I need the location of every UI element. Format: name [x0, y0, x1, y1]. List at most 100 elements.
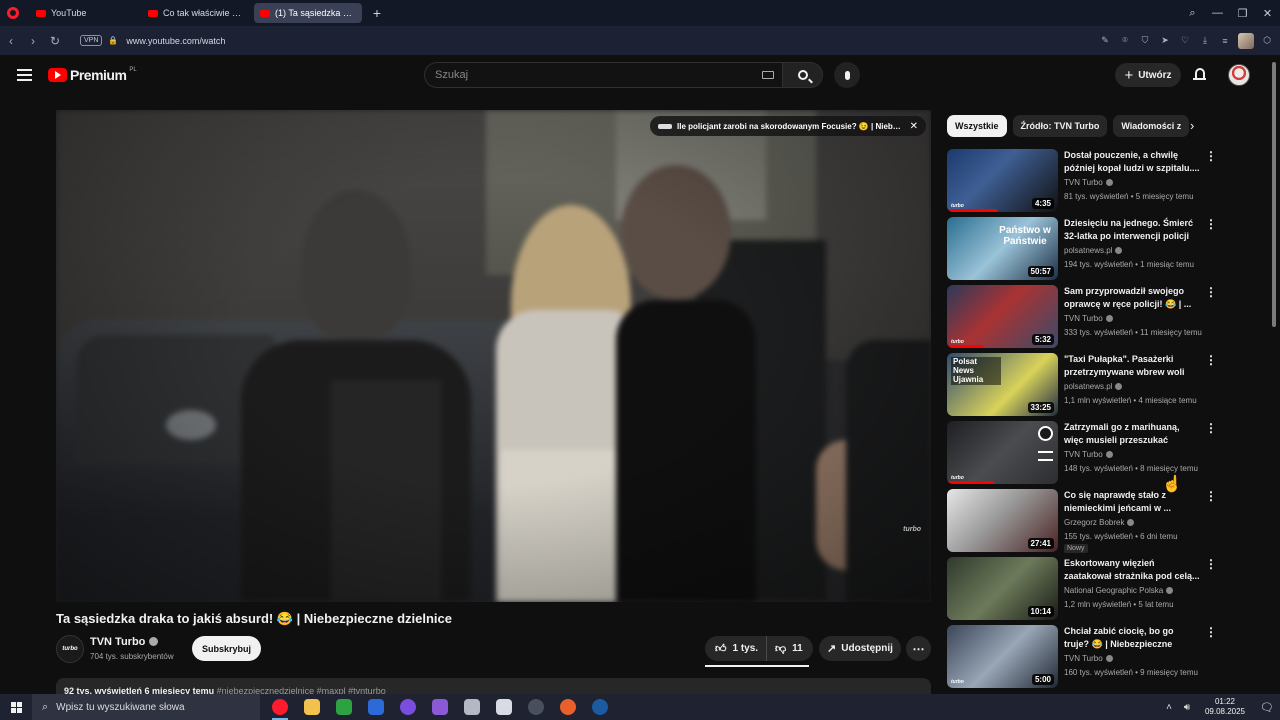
share-button[interactable]: ↗ Udostępnij — [819, 636, 901, 661]
disk-app-icon[interactable] — [520, 694, 552, 720]
recommendation-thumbnail[interactable]: Państwo w Państwie 50:57 — [947, 217, 1058, 280]
steam-app-icon[interactable] — [584, 694, 616, 720]
recommendation-thumbnail[interactable]: Polsat News Ujawnia 33:25 — [947, 353, 1058, 416]
more-options-icon[interactable]: ⋮ — [1205, 353, 1217, 367]
taskbar-search[interactable]: ⌕ Wpisz tu wyszukiwane słowa — [32, 694, 260, 720]
endscreen-card[interactable]: Ile policjant zarobi na skorodowanym Foc… — [650, 116, 926, 136]
browser-tab-2[interactable]: Co tak właściwie próbuje — [142, 3, 250, 23]
opera-menu-icon[interactable] — [0, 0, 26, 26]
recommendation-thumbnail[interactable]: 27:41 — [947, 489, 1058, 552]
notifications-bell-icon[interactable] — [1193, 68, 1206, 81]
opera-app-icon[interactable] — [264, 694, 296, 720]
visual-studio-icon[interactable] — [424, 694, 456, 720]
more-options-icon[interactable]: ⋮ — [1205, 557, 1217, 571]
recommendation-channel[interactable]: National Geographic Polska — [1064, 586, 1174, 595]
recommendation-thumbnail[interactable]: 10:14 — [947, 557, 1058, 620]
vpn-app-icon[interactable] — [552, 694, 584, 720]
youtube-logo[interactable]: Premium PL — [48, 67, 137, 83]
tab-search-icon[interactable]: ⌕ — [1180, 7, 1205, 20]
recommendation-title[interactable]: "Taxi Pułapka". Pasażerki przetrzymywane… — [1064, 353, 1201, 379]
guide-menu-icon[interactable] — [17, 69, 32, 81]
file-explorer-icon[interactable] — [296, 694, 328, 720]
recommendation-thumbnail[interactable]: turbo 5:00 — [947, 625, 1058, 688]
back-button[interactable]: ‹ — [0, 34, 22, 48]
security-app-icon[interactable] — [456, 694, 488, 720]
recommendation-channel[interactable]: TVN Turbo — [1064, 654, 1113, 663]
recommendation-channel[interactable]: polsatnews.pl — [1064, 382, 1123, 391]
browser-tab-1[interactable]: YouTube — [30, 3, 138, 23]
todo-app-icon[interactable] — [360, 694, 392, 720]
recommendation-item[interactable]: turbo 5:00 Chciał zabić ciocię, bo go truj… — [947, 625, 1267, 689]
channel-name[interactable]: TVN Turbo — [90, 636, 159, 648]
recommendation-title[interactable]: Zatrzymali go z marihuaną, więc musieli … — [1064, 421, 1201, 447]
lock-icon[interactable]: 🔒 — [108, 36, 118, 45]
minimize-button[interactable]: — — [1205, 7, 1230, 19]
recommendation-title[interactable]: Dziesięciu na jednego. Śmierć 32-latka p… — [1064, 217, 1201, 243]
new-tab-button[interactable]: + — [368, 4, 386, 22]
watch-later-icon[interactable] — [1038, 426, 1053, 441]
start-button[interactable] — [0, 694, 32, 720]
chevron-up-icon[interactable]: ˄ — [1160, 702, 1178, 713]
scrollbar-thumb[interactable] — [1272, 62, 1276, 327]
vpn-badge[interactable]: VPN — [80, 35, 103, 46]
more-actions-button[interactable]: ⋯ — [906, 636, 931, 661]
profile-avatar-icon[interactable] — [1238, 32, 1254, 49]
download-icon[interactable]: ⤓ — [1198, 34, 1212, 48]
dislike-button[interactable]: 👎︎ 11 — [767, 642, 803, 655]
recommendation-item[interactable]: turbo Zatrzymali go z marihuaną, więc mus… — [947, 421, 1267, 485]
video-player[interactable]: Ile policjant zarobi na skorodowanym Foc… — [56, 110, 931, 602]
send-icon[interactable]: ➤ — [1158, 34, 1172, 48]
forward-button[interactable]: › — [22, 34, 44, 48]
recommendation-thumbnail[interactable]: turbo 5:32 — [947, 285, 1058, 348]
volume-icon[interactable]: 🔊︎ — [1178, 702, 1196, 713]
more-options-icon[interactable]: ⋮ — [1205, 149, 1217, 163]
account-avatar[interactable] — [1228, 64, 1250, 86]
create-button[interactable]: + Utwórz — [1115, 63, 1181, 87]
recommendation-item[interactable]: turbo 4:35 Dostał pouczenie, a chwilę późn… — [947, 149, 1267, 213]
subscribe-button[interactable]: Subskrybuj — [192, 636, 261, 661]
recommendation-channel[interactable]: TVN Turbo — [1064, 178, 1113, 187]
xbox-app-icon[interactable] — [328, 694, 360, 720]
browser-tab-3[interactable]: (1) Ta sąsiedzka draka to — [254, 3, 362, 23]
recommendation-item[interactable]: 10:14 Eskortowany więzień zaatakował stra… — [947, 557, 1267, 621]
keyboard-icon[interactable] — [762, 71, 774, 79]
close-window-button[interactable]: ✕ — [1255, 7, 1280, 20]
messenger-app-icon[interactable] — [392, 694, 424, 720]
recommendation-title[interactable]: Chciał zabić ciocię, bo go truje? 😂 | Ni… — [1064, 625, 1201, 651]
recommendation-item[interactable]: 27:41 Co się naprawdę stało z niemieckimi… — [947, 489, 1267, 553]
chip-all[interactable]: Wszystkie — [947, 115, 1007, 137]
edit-icon[interactable]: ✎ — [1098, 34, 1112, 48]
menu-icon[interactable]: ≡ — [1218, 34, 1232, 48]
add-to-queue-icon[interactable] — [1038, 451, 1053, 461]
recommendation-item[interactable]: Państwo w Państwie 50:57 Dziesięciu na jed… — [947, 217, 1267, 281]
recommendation-title[interactable]: Sam przyprowadził swojego oprawcę w ręce… — [1064, 285, 1201, 311]
recommendation-channel[interactable]: polsatnews.pl — [1064, 246, 1123, 255]
recommendation-title[interactable]: Dostał pouczenie, a chwilę później kopał… — [1064, 149, 1201, 175]
taskbar-clock[interactable]: 01:22 09.08.2025 — [1196, 697, 1254, 717]
recommendation-title[interactable]: Eskortowany więzień zaatakował strażnika… — [1064, 557, 1201, 583]
shield-icon[interactable]: ⛉ — [1138, 34, 1152, 48]
chip-source[interactable]: Źródło: TVN Turbo — [1012, 115, 1108, 137]
voice-search-button[interactable] — [834, 62, 860, 88]
camera-icon[interactable]: ⌾ — [1118, 34, 1132, 48]
notifications-icon[interactable]: 🗨︎ — [1254, 701, 1280, 714]
search-input[interactable]: Szukaj — [424, 62, 786, 88]
channel-avatar[interactable]: turbo — [56, 635, 84, 663]
recommendation-channel[interactable]: TVN Turbo — [1064, 314, 1113, 323]
recommendation-thumbnail[interactable]: turbo — [947, 421, 1058, 484]
search-button[interactable] — [782, 62, 823, 88]
recommendation-item[interactable]: turbo 5:32 Sam przyprowadził swojego opraw… — [947, 285, 1267, 349]
url-field[interactable]: www.youtube.com/watch — [126, 36, 225, 46]
notes-app-icon[interactable] — [488, 694, 520, 720]
chevron-right-icon[interactable]: › — [1190, 118, 1194, 133]
recommendation-channel[interactable]: TVN Turbo — [1064, 450, 1113, 459]
heart-icon[interactable]: ♡ — [1178, 34, 1192, 48]
reload-button[interactable]: ↻ — [44, 34, 66, 48]
more-options-icon[interactable]: ⋮ — [1205, 217, 1217, 231]
chip-news[interactable]: Wiadomości z — [1113, 115, 1190, 137]
more-options-icon[interactable]: ⋮ — [1205, 285, 1217, 299]
maximize-button[interactable]: ❐ — [1230, 7, 1255, 20]
recommendation-item[interactable]: Polsat News Ujawnia 33:25 "Taxi Pułapka". … — [947, 353, 1267, 417]
page-scrollbar[interactable] — [1271, 62, 1277, 690]
more-options-icon[interactable]: ⋮ — [1205, 489, 1217, 503]
